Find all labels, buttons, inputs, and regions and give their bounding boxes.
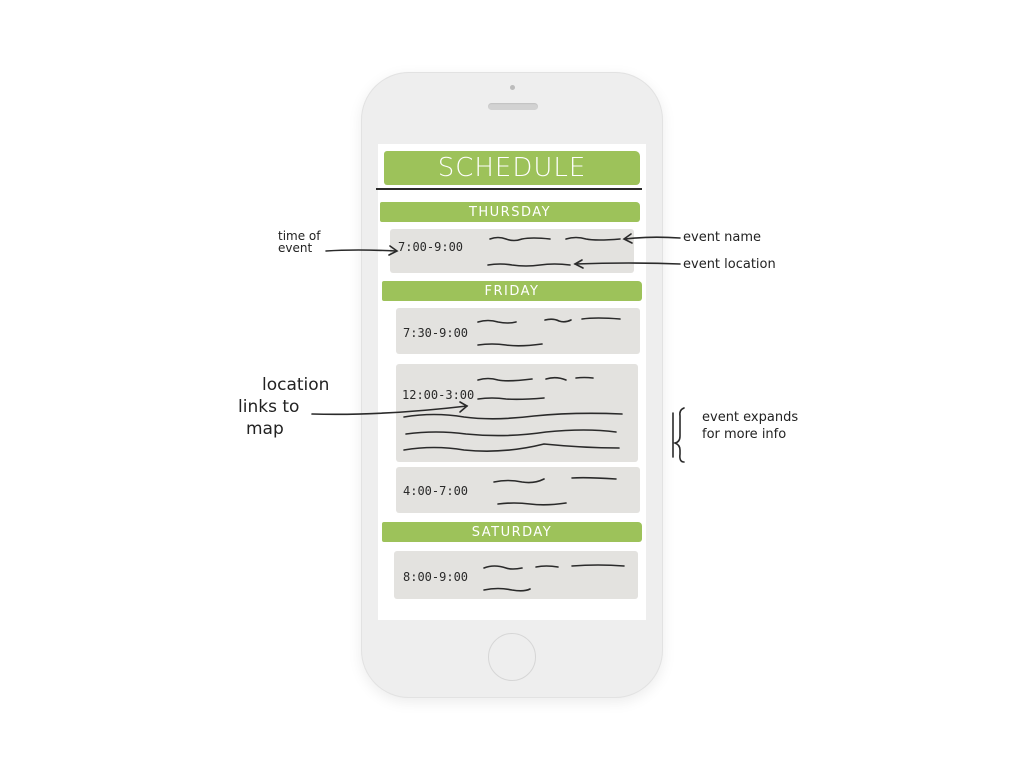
expand-bracket (672, 407, 685, 463)
annotation-time-of-event: time of event (278, 229, 321, 255)
event-name-squiggle (571, 564, 625, 567)
event-name-squiggle (544, 318, 572, 323)
event-location-arrow (574, 262, 681, 265)
event-name-squiggle (483, 565, 523, 570)
event-name-squiggle (565, 236, 621, 241)
location-link-arrow (311, 405, 468, 416)
event-name-squiggle (477, 377, 533, 382)
event-name-squiggle (535, 565, 559, 568)
event-name-arrow (624, 236, 681, 240)
annotation-location-links: location links to map (238, 375, 330, 439)
description-squiggle (403, 412, 623, 420)
event-name-squiggle (581, 317, 621, 320)
event-name-squiggle (571, 476, 617, 480)
annotation-event-location: event location (683, 257, 776, 272)
annotation-event-expands: event expands for more info (702, 410, 799, 442)
event-location-squiggle (477, 343, 543, 347)
event-location-squiggle (487, 263, 571, 267)
event-name-squiggle (575, 376, 594, 379)
sketch-overlay (311, 233, 685, 592)
event-location-squiggle (483, 587, 531, 592)
event-location-squiggle (477, 397, 545, 401)
time-arrow (325, 249, 397, 252)
event-name-squiggle (477, 319, 517, 324)
event-name-squiggle (489, 236, 551, 242)
annotation-event-name: event name (683, 230, 762, 245)
event-location-squiggle (497, 502, 567, 506)
description-squiggle (405, 429, 617, 437)
event-name-squiggle (545, 376, 567, 381)
description-squiggle (403, 443, 620, 452)
event-name-squiggle (493, 478, 545, 484)
